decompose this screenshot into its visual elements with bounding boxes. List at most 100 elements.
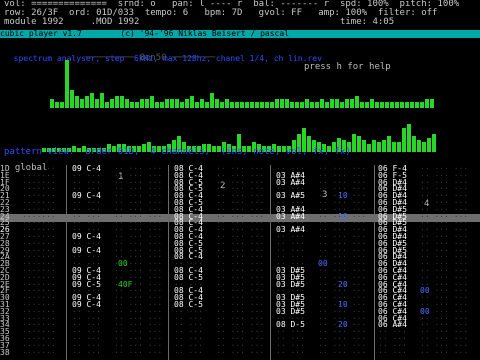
spectrum-bar: [170, 99, 174, 108]
spectrum-bar: [175, 99, 179, 108]
spectrum-bar: [95, 99, 99, 108]
spectrum-bar: [362, 140, 366, 152]
note-cell: ·· ···: [378, 347, 407, 357]
spectrum-bar: [260, 102, 264, 108]
spectrum-bar: [240, 102, 244, 108]
spectrum-bar: [285, 99, 289, 108]
spectrum-bar: [205, 102, 209, 108]
channel-divider: [270, 165, 271, 360]
spectrum-bar: [295, 102, 299, 108]
spectrum-bar: [352, 134, 356, 152]
spectrum-analyzer: [42, 60, 436, 152]
spectrum-bar: [305, 99, 309, 108]
spectrum-bar: [80, 99, 84, 108]
spectrum-bar: [380, 102, 384, 108]
spectrum-bar: [275, 99, 279, 108]
spectrum-bar: [427, 138, 431, 152]
spectrum-bar: [400, 102, 404, 108]
spectrum-bar: [310, 102, 314, 108]
spectrum-bar: [185, 99, 189, 108]
channel-divider: [66, 165, 67, 360]
spectrum-bar: [250, 102, 254, 108]
spectrum-bar: [420, 102, 424, 108]
spectrum-bar: [165, 99, 169, 108]
spectrum-bar: [110, 99, 114, 108]
spectrum-bar: [100, 93, 104, 108]
empty-cell: ·······: [22, 347, 56, 357]
info-line-3: module 1992 .MOD 1992 time: 4:05: [4, 17, 395, 27]
spectrum-bar: [150, 96, 154, 108]
note-cell: ·· ···: [174, 347, 203, 357]
spectrum-bar: [335, 99, 339, 108]
spectrum-bar: [402, 128, 406, 152]
spectrum-bar: [397, 142, 401, 152]
spectrum-bar: [160, 102, 164, 108]
spectrum-bar: [215, 99, 219, 108]
spectrum-bar: [390, 102, 394, 108]
spectrum-bar: [200, 99, 204, 108]
spectrum-bar: [365, 102, 369, 108]
note-cell: ·· ···: [72, 347, 101, 357]
spectrum-bar: [367, 144, 371, 152]
spectrum-bar: [422, 142, 426, 152]
spectrum-bar: [255, 102, 259, 108]
effect-cell: ·· ··· ···: [216, 347, 265, 357]
spectrum-bar: [357, 136, 361, 152]
title-text: cubic player v1.7 (c) '94-'96 Niklas Bei…: [0, 30, 289, 38]
spectrum-bar: [385, 102, 389, 108]
spectrum-bar: [410, 102, 414, 108]
spectrum-bar: [270, 102, 274, 108]
spectrum-bar: [415, 102, 419, 108]
title-bar: cubic player v1.7 (c) '94-'96 Niklas Bei…: [0, 30, 480, 38]
effect-cell: ·· ··· ···: [420, 347, 469, 357]
spectrum-bar: [105, 102, 109, 108]
spectrum-bar: [135, 102, 139, 108]
spectrum-bar: [375, 102, 379, 108]
spectrum-bar: [60, 102, 64, 108]
effect-cell: ·· ··· ···: [318, 347, 367, 357]
note-cell: ·· ···: [276, 347, 305, 357]
spectrum-bar: [395, 102, 399, 108]
spectrum-bar: [280, 99, 284, 108]
spectrum-bar: [70, 90, 74, 108]
spectrum-bar: [125, 99, 129, 108]
spectrum-bar: [340, 102, 344, 108]
spectrum-bar: [140, 99, 144, 108]
spectrum-bar: [430, 99, 434, 108]
spectrum-bar: [155, 102, 159, 108]
spectrum-bar: [195, 102, 199, 108]
spectrum-bar: [300, 102, 304, 108]
spectrum-bar: [180, 102, 184, 108]
effect-cell: ·· ··· ···: [114, 347, 163, 357]
spectrum-bar: [120, 96, 124, 108]
spectrum-bar: [387, 136, 391, 152]
spectrum-bar: [130, 102, 134, 108]
spectrum-bar: [392, 142, 396, 152]
spectrum-bar: [377, 142, 381, 152]
spectrum-bar: [290, 102, 294, 108]
spectrum-bar: [65, 60, 69, 108]
spectrum-bar: [360, 102, 364, 108]
spectrum-bar: [115, 96, 119, 108]
spectrum-bar: [405, 102, 409, 108]
spectrum-bar: [412, 136, 416, 152]
spectrum-bar: [265, 102, 269, 108]
spectrum-bar: [372, 140, 376, 152]
spectrum-bar: [407, 124, 411, 152]
spectrum-bar: [90, 93, 94, 108]
spectrum-bar: [425, 99, 429, 108]
spectrum-bar: [325, 102, 329, 108]
spectrum-bar: [85, 96, 89, 108]
spectrum-bar: [220, 102, 224, 108]
spectrum-bar: [235, 102, 239, 108]
table-row[interactable]: 38 ······· ·· ··· ·· ··· ··· ·· ··· ·· ··· ··…: [0, 348, 468, 357]
spectrum-bar: [417, 140, 421, 152]
spectrum-bar: [55, 102, 59, 108]
spectrum-bar: [190, 96, 194, 108]
spectrum-bar: [230, 102, 234, 108]
spectrum-bar: [315, 102, 319, 108]
spectrum-bar: [145, 99, 149, 108]
spectrum-bar: [370, 99, 374, 108]
channel-divider: [374, 165, 375, 360]
spectrum-bar: [330, 99, 334, 108]
